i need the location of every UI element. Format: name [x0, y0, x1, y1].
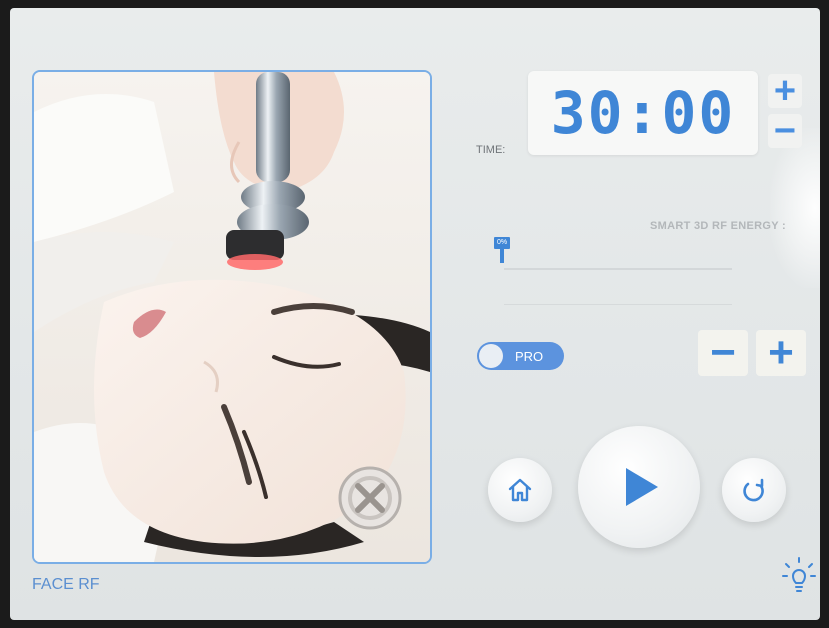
plus-icon: + — [768, 328, 794, 377]
home-icon — [508, 478, 532, 502]
screen-glare — [770, 128, 820, 288]
energy-level-tag: 0% — [494, 237, 510, 249]
minus-icon: − — [710, 328, 736, 377]
time-decrease-button[interactable]: − — [768, 110, 802, 152]
lightbulb-icon — [782, 557, 816, 592]
pro-toggle-label: PRO — [515, 349, 544, 364]
treatment-illustration — [32, 70, 432, 564]
energy-slider-handle[interactable]: 0% — [494, 237, 510, 267]
energy-label: SMART 3D RF ENERGY : — [650, 220, 786, 232]
plus-icon: + — [773, 70, 797, 112]
toggle-knob — [479, 344, 503, 368]
start-button[interactable] — [578, 426, 700, 548]
energy-increase-button[interactable]: + — [756, 330, 806, 376]
reset-button[interactable] — [722, 458, 786, 522]
device-screen: FACE RF TIME: 30:00 + − SMART 3D RF ENER… — [10, 8, 820, 620]
refresh-icon — [743, 478, 764, 502]
time-increase-button[interactable]: + — [768, 70, 802, 112]
timer-value: 30:00 — [550, 79, 736, 147]
light-button[interactable] — [782, 556, 816, 599]
energy-slider-divider — [504, 304, 732, 305]
slider-pin — [500, 249, 504, 263]
minus-icon: − — [773, 110, 797, 152]
home-button[interactable] — [488, 458, 552, 522]
timer-display: 30:00 — [528, 71, 758, 155]
energy-slider-track[interactable] — [504, 268, 732, 270]
pro-mode-toggle[interactable]: PRO — [477, 342, 564, 370]
play-icon — [626, 468, 658, 506]
treatment-mode-label: FACE RF — [32, 576, 100, 593]
energy-decrease-button[interactable]: − — [698, 330, 748, 376]
time-label: TIME: — [476, 144, 506, 156]
